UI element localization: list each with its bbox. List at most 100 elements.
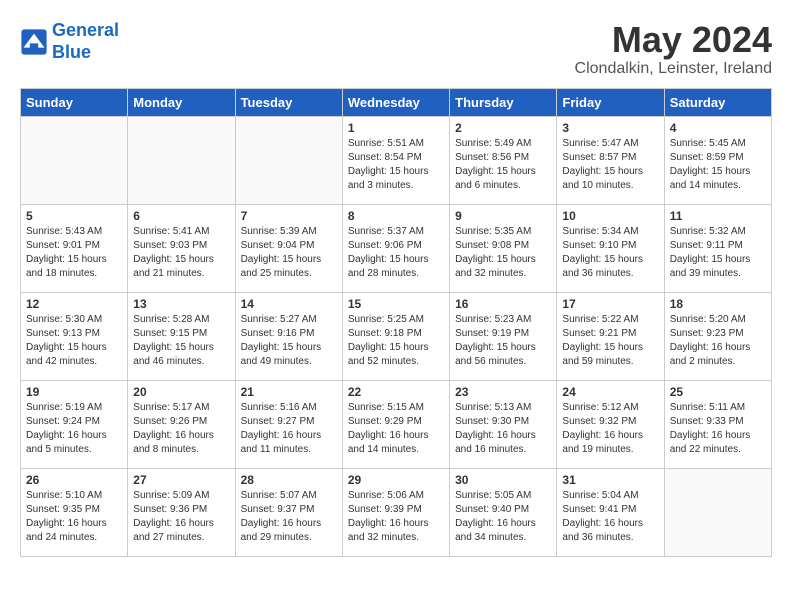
calendar-cell: 12 Sunrise: 5:30 AM Sunset: 9:13 PM Dayli…: [21, 292, 128, 380]
day-number: 26: [26, 473, 122, 487]
day-number: 28: [241, 473, 337, 487]
calendar-cell: [128, 116, 235, 204]
day-info: Sunrise: 5:47 AM Sunset: 8:57 PM Dayligh…: [562, 137, 658, 193]
day-info: Sunrise: 5:06 AM Sunset: 9:39 PM Dayligh…: [348, 489, 444, 545]
day-number: 6: [133, 209, 229, 223]
logo-line1: General: [52, 20, 119, 40]
day-info: Sunrise: 5:34 AM Sunset: 9:10 PM Dayligh…: [562, 225, 658, 281]
day-info: Sunrise: 5:12 AM Sunset: 9:32 PM Dayligh…: [562, 401, 658, 457]
calendar-cell: 11Sunrise: 5:32 AM Sunset: 9:11 PM Dayli…: [664, 204, 771, 292]
calendar-cell: 6 Sunrise: 5:41 AM Sunset: 9:03 PM Daylig…: [128, 204, 235, 292]
day-number: 12: [26, 297, 122, 311]
day-info: Sunrise: 5:17 AM Sunset: 9:26 PM Dayligh…: [133, 401, 229, 457]
calendar-cell: 19 Sunrise: 5:19 AM Sunset: 9:24 PM Dayli…: [21, 380, 128, 468]
day-number: 24: [562, 385, 658, 399]
day-number: 4: [670, 121, 766, 135]
day-info: Sunrise: 5:23 AM Sunset: 9:19 PM Dayligh…: [455, 313, 551, 369]
calendar-cell: 3 Sunrise: 5:47 AM Sunset: 8:57 PM Daylig…: [557, 116, 664, 204]
month-title: May 2024: [575, 20, 772, 60]
calendar-cell: [21, 116, 128, 204]
calendar-week-row: 12 Sunrise: 5:30 AM Sunset: 9:13 PM Dayli…: [21, 292, 772, 380]
logo-text: General Blue: [52, 20, 119, 63]
day-info: Sunrise: 5:10 AM Sunset: 9:35 PM Dayligh…: [26, 489, 122, 545]
day-info: Sunrise: 5:35 AM Sunset: 9:08 PM Dayligh…: [455, 225, 551, 281]
day-number: 2: [455, 121, 551, 135]
page-header: General Blue May 2024 Clondalkin, Leinst…: [20, 20, 772, 78]
day-info: Sunrise: 5:30 AM Sunset: 9:13 PM Dayligh…: [26, 313, 122, 369]
day-info: Sunrise: 5:15 AM Sunset: 9:29 PM Dayligh…: [348, 401, 444, 457]
day-number: 30: [455, 473, 551, 487]
day-number: 20: [133, 385, 229, 399]
calendar-cell: 7 Sunrise: 5:39 AM Sunset: 9:04 PM Daylig…: [235, 204, 342, 292]
calendar-cell: 25Sunrise: 5:11 AM Sunset: 9:33 PM Dayli…: [664, 380, 771, 468]
calendar-table: SundayMondayTuesdayWednesdayThursdayFrid…: [20, 88, 772, 557]
calendar-cell: 21 Sunrise: 5:16 AM Sunset: 9:27 PM Dayli…: [235, 380, 342, 468]
calendar-cell: 24 Sunrise: 5:12 AM Sunset: 9:32 PM Dayli…: [557, 380, 664, 468]
calendar-cell: [664, 468, 771, 556]
day-info: Sunrise: 5:16 AM Sunset: 9:27 PM Dayligh…: [241, 401, 337, 457]
day-number: 9: [455, 209, 551, 223]
day-number: 11: [670, 209, 766, 223]
day-number: 15: [348, 297, 444, 311]
calendar-week-row: 19 Sunrise: 5:19 AM Sunset: 9:24 PM Dayli…: [21, 380, 772, 468]
weekday-header: Saturday: [664, 88, 771, 116]
day-info: Sunrise: 5:11 AM Sunset: 9:33 PM Dayligh…: [670, 401, 766, 457]
location-subtitle: Clondalkin, Leinster, Ireland: [575, 60, 772, 78]
calendar-cell: 20 Sunrise: 5:17 AM Sunset: 9:26 PM Dayli…: [128, 380, 235, 468]
day-info: Sunrise: 5:07 AM Sunset: 9:37 PM Dayligh…: [241, 489, 337, 545]
calendar-cell: [235, 116, 342, 204]
calendar-week-row: 1 Sunrise: 5:51 AM Sunset: 8:54 PM Daylig…: [21, 116, 772, 204]
weekday-header: Thursday: [450, 88, 557, 116]
day-number: 7: [241, 209, 337, 223]
weekday-header: Friday: [557, 88, 664, 116]
day-number: 23: [455, 385, 551, 399]
calendar-cell: 28 Sunrise: 5:07 AM Sunset: 9:37 PM Dayli…: [235, 468, 342, 556]
weekday-header: Tuesday: [235, 88, 342, 116]
calendar-cell: 27 Sunrise: 5:09 AM Sunset: 9:36 PM Dayli…: [128, 468, 235, 556]
calendar-cell: 29 Sunrise: 5:06 AM Sunset: 9:39 PM Dayli…: [342, 468, 449, 556]
calendar-cell: 14Sunrise: 5:27 AM Sunset: 9:16 PM Dayli…: [235, 292, 342, 380]
day-info: Sunrise: 5:27 AM Sunset: 9:16 PM Dayligh…: [241, 313, 337, 369]
day-number: 27: [133, 473, 229, 487]
calendar-cell: 22 Sunrise: 5:15 AM Sunset: 9:29 PM Dayli…: [342, 380, 449, 468]
day-number: 19: [26, 385, 122, 399]
day-info: Sunrise: 5:41 AM Sunset: 9:03 PM Dayligh…: [133, 225, 229, 281]
day-number: 22: [348, 385, 444, 399]
day-number: 21: [241, 385, 337, 399]
day-number: 31: [562, 473, 658, 487]
weekday-header-row: SundayMondayTuesdayWednesdayThursdayFrid…: [21, 88, 772, 116]
calendar-cell: 18 Sunrise: 5:20 AM Sunset: 9:23 PM Dayli…: [664, 292, 771, 380]
calendar-week-row: 5 Sunrise: 5:43 AM Sunset: 9:01 PM Daylig…: [21, 204, 772, 292]
calendar-cell: 31 Sunrise: 5:04 AM Sunset: 9:41 PM Dayli…: [557, 468, 664, 556]
title-block: May 2024 Clondalkin, Leinster, Ireland: [575, 20, 772, 78]
day-info: Sunrise: 5:09 AM Sunset: 9:36 PM Dayligh…: [133, 489, 229, 545]
calendar-cell: 5 Sunrise: 5:43 AM Sunset: 9:01 PM Daylig…: [21, 204, 128, 292]
calendar-cell: 23Sunrise: 5:13 AM Sunset: 9:30 PM Dayli…: [450, 380, 557, 468]
calendar-cell: 16 Sunrise: 5:23 AM Sunset: 9:19 PM Dayli…: [450, 292, 557, 380]
day-info: Sunrise: 5:04 AM Sunset: 9:41 PM Dayligh…: [562, 489, 658, 545]
day-info: Sunrise: 5:20 AM Sunset: 9:23 PM Dayligh…: [670, 313, 766, 369]
day-info: Sunrise: 5:39 AM Sunset: 9:04 PM Dayligh…: [241, 225, 337, 281]
day-number: 16: [455, 297, 551, 311]
day-number: 5: [26, 209, 122, 223]
calendar-cell: 4Sunrise: 5:45 AM Sunset: 8:59 PM Daylig…: [664, 116, 771, 204]
day-info: Sunrise: 5:25 AM Sunset: 9:18 PM Dayligh…: [348, 313, 444, 369]
day-number: 3: [562, 121, 658, 135]
day-number: 29: [348, 473, 444, 487]
day-info: Sunrise: 5:37 AM Sunset: 9:06 PM Dayligh…: [348, 225, 444, 281]
calendar-cell: 2 Sunrise: 5:49 AM Sunset: 8:56 PM Daylig…: [450, 116, 557, 204]
calendar-cell: 15 Sunrise: 5:25 AM Sunset: 9:18 PM Dayli…: [342, 292, 449, 380]
weekday-header: Wednesday: [342, 88, 449, 116]
day-info: Sunrise: 5:49 AM Sunset: 8:56 PM Dayligh…: [455, 137, 551, 193]
calendar-cell: 13Sunrise: 5:28 AM Sunset: 9:15 PM Dayli…: [128, 292, 235, 380]
day-number: 18: [670, 297, 766, 311]
day-number: 1: [348, 121, 444, 135]
calendar-cell: 1 Sunrise: 5:51 AM Sunset: 8:54 PM Daylig…: [342, 116, 449, 204]
day-info: Sunrise: 5:43 AM Sunset: 9:01 PM Dayligh…: [26, 225, 122, 281]
calendar-cell: 30Sunrise: 5:05 AM Sunset: 9:40 PM Dayli…: [450, 468, 557, 556]
day-info: Sunrise: 5:28 AM Sunset: 9:15 PM Dayligh…: [133, 313, 229, 369]
day-info: Sunrise: 5:22 AM Sunset: 9:21 PM Dayligh…: [562, 313, 658, 369]
day-info: Sunrise: 5:51 AM Sunset: 8:54 PM Dayligh…: [348, 137, 444, 193]
day-info: Sunrise: 5:19 AM Sunset: 9:24 PM Dayligh…: [26, 401, 122, 457]
logo-icon: [20, 28, 48, 56]
